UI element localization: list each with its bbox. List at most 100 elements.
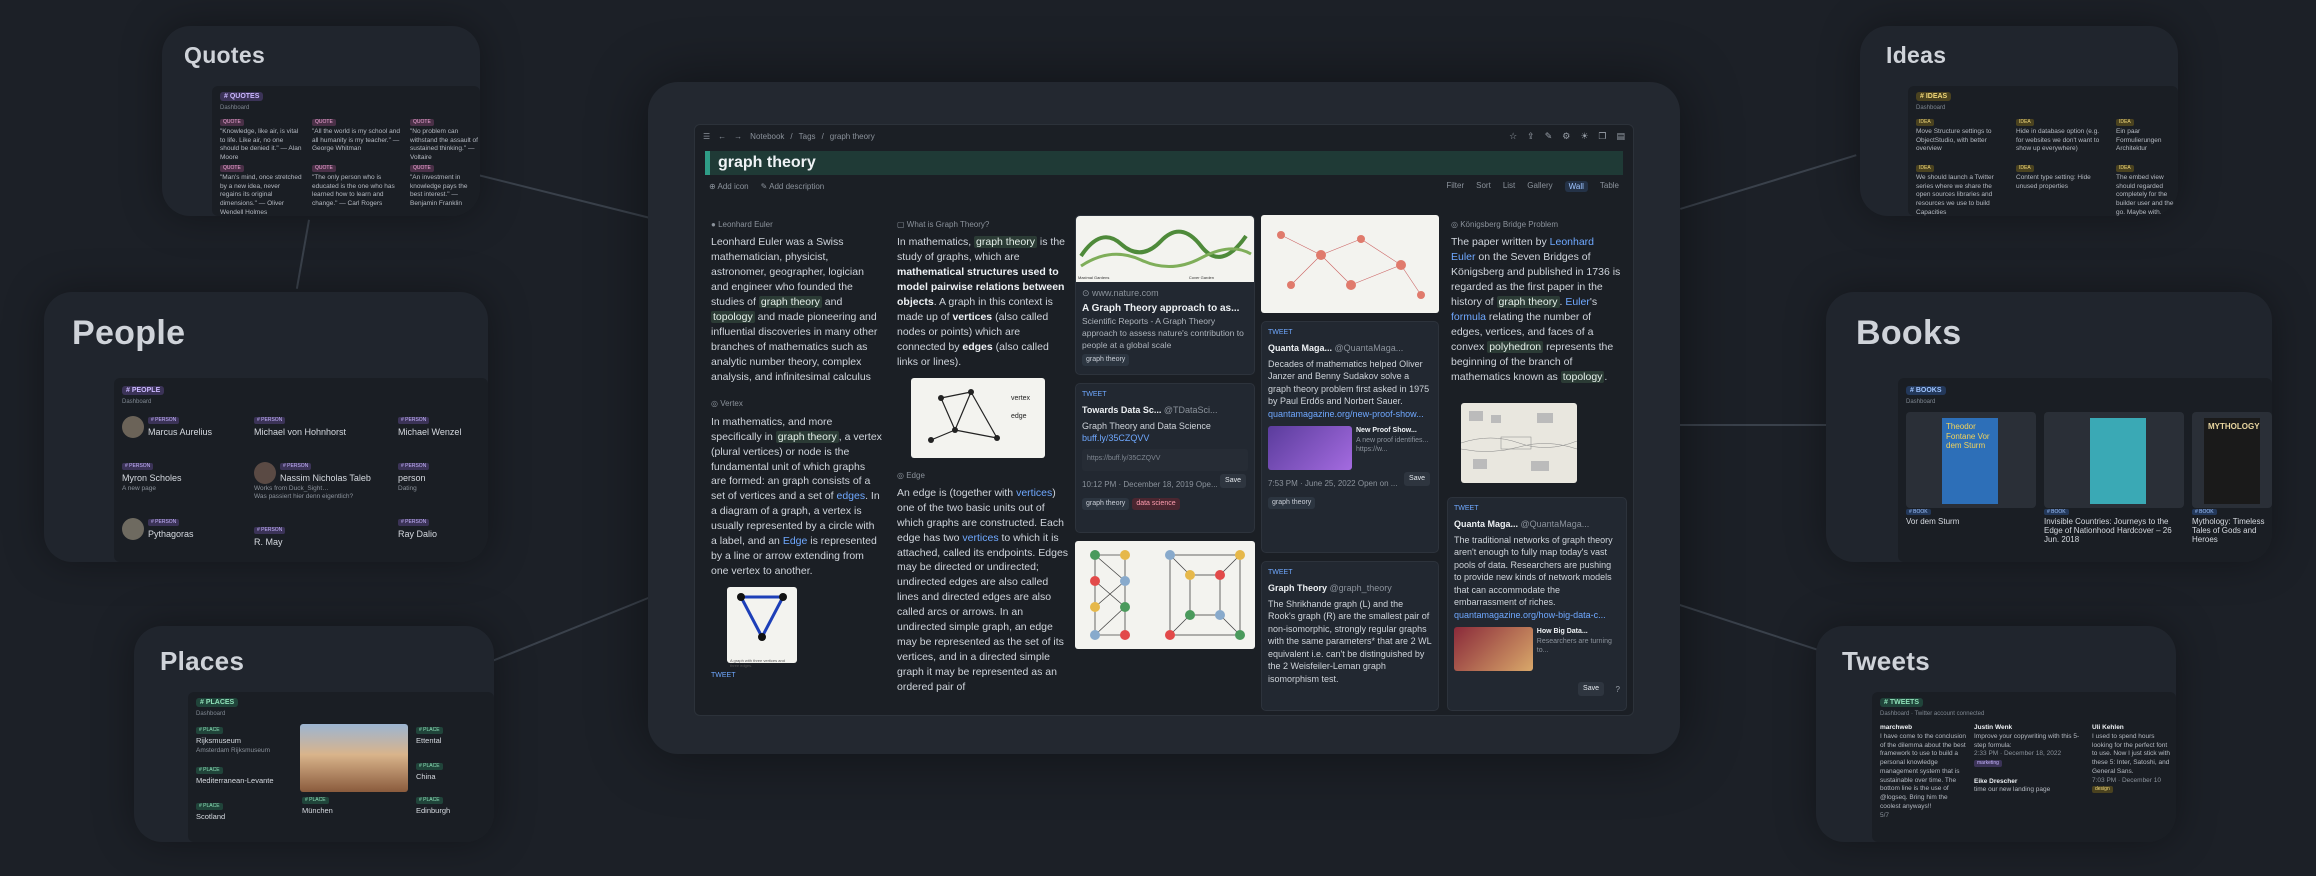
tweet-label: TWEET (1454, 505, 1479, 512)
tag-graph-theory[interactable]: graph theory (1268, 497, 1316, 509)
view-gallery[interactable]: Gallery (1527, 181, 1552, 192)
sun-icon[interactable]: ☀ (1580, 131, 1588, 142)
person-item: # PERSON Nassim Nicholas Taleb Works from … (254, 462, 371, 501)
svg-text:edge: edge (1011, 413, 1027, 420)
tweet-link[interactable]: quantamagazine.org/new-proof-show... (1268, 408, 1432, 420)
quotes-dashboard: Dashboard (220, 105, 250, 111)
idea-item: IDEA Hide in database option (e.g. for we… (2016, 119, 2100, 153)
app-window[interactable]: ☰ ← → Notebook / Tags / graph theory ☆ ⇪ ✎… (694, 124, 1634, 716)
ideas-tag: # IDEAS (1916, 92, 1952, 101)
tweet-item: Justin Wenk Improve your copywriting with… (1974, 724, 2080, 794)
view-table[interactable]: Table (1600, 181, 1619, 192)
page-header[interactable]: ◎ Königsberg Bridge Problem (1451, 219, 1621, 230)
edge-text[interactable]: An edge is (together with vertices) one … (897, 486, 1069, 695)
people-dashboard: Dashboard (122, 399, 152, 405)
place-item: # PLACE Ettental (416, 727, 443, 745)
euler-text[interactable]: Leonhard Euler was a Swiss mathematician… (711, 235, 883, 384)
share-icon[interactable]: ⇪ (1527, 131, 1535, 142)
panel-icon[interactable]: ▤ (1616, 131, 1625, 142)
tweet-link[interactable]: buff.ly/35CZQVV (1082, 432, 1248, 444)
place-item: # PLACE China (416, 762, 492, 783)
help-icon[interactable]: ? (1616, 684, 1620, 695)
quote-item: QUOTE "Knowledge, like air, is vital to l… (220, 119, 302, 162)
places-card[interactable]: Places # PLACES Dashboard # PLACE Rijksmu… (134, 626, 494, 842)
tweet-card[interactable]: TWEET Quanta Maga... @QuantaMaga... Deca… (1261, 321, 1439, 553)
add-icon-button[interactable]: ⊕ Add icon (709, 182, 749, 191)
save-button[interactable]: Save (1220, 474, 1246, 488)
tweets-preview: # TWEETS Dashboard · Twitter account con… (1872, 692, 2176, 842)
web-tag[interactable]: graph theory (1082, 354, 1130, 367)
tweet-user[interactable]: Graph Theory (1268, 583, 1327, 593)
tweet-item: Uli Kehlen I used to spend hours looking … (2092, 724, 2171, 794)
pin-icon[interactable]: ✎ (1545, 131, 1553, 142)
breadcrumb-notebook[interactable]: Notebook (750, 132, 784, 141)
menu-icon[interactable]: ☰ (703, 132, 710, 141)
book-cover: Theodor Fontane Vor dem Sturm (1906, 412, 2036, 508)
web-title[interactable]: A Graph Theory approach to as... (1082, 302, 1248, 316)
link-preview[interactable]: New Proof Show... A new proof identifies.… (1268, 426, 1432, 471)
settings-icon[interactable]: ⚙ (1562, 131, 1570, 142)
ideas-card[interactable]: Ideas # IDEAS Dashboard IDEA Move Structu… (1860, 26, 2178, 216)
quotes-title: Quotes (184, 42, 266, 68)
quotes-card[interactable]: Quotes # QUOTES Dashboard QUOTE "Knowledg… (162, 26, 480, 216)
people-title: People (72, 314, 186, 352)
tweet-label: TWEET (711, 671, 736, 679)
wall-column-4: TWEET Quanta Maga... @QuantaMaga... Deca… (1261, 215, 1439, 715)
tweet-text: The traditional networks of graph theory… (1454, 535, 1613, 608)
back-icon[interactable]: ← (718, 132, 726, 141)
tweets-card[interactable]: Tweets # TWEETS Dashboard · Twitter acco… (1816, 626, 2176, 842)
breadcrumb-tags[interactable]: Tags (799, 132, 816, 141)
link-preview[interactable]: How Big Data... Researchers are turning t… (1454, 626, 1620, 671)
page-header[interactable]: ▢ What is Graph Theory? (897, 219, 1069, 230)
save-button[interactable]: Save (1578, 682, 1604, 696)
tweet-card[interactable]: TWEET Graph Theory @graph_theory The Shr… (1261, 561, 1439, 711)
vertex-header[interactable]: ◎ Vertex (711, 398, 883, 409)
tweet-link[interactable]: quantamagazine.org/how-big-data-c... (1454, 609, 1620, 621)
person-header[interactable]: ● Leonhard Euler (711, 219, 883, 230)
star-icon[interactable]: ☆ (1509, 131, 1517, 142)
ideas-title: Ideas (1886, 42, 1947, 68)
edge-header[interactable]: ◎ Edge (897, 470, 1069, 481)
books-card[interactable]: Books # BOOKS Dashboard Theodor Fontane … (1826, 292, 2272, 562)
tweet-card[interactable]: TWEET Quanta Maga... @QuantaMaga... The … (1447, 497, 1627, 711)
places-tag: # PLACES (196, 698, 239, 707)
copy-icon[interactable]: ❐ (1598, 131, 1606, 142)
people-card[interactable]: People # PEOPLE Dashboard # PERSON Marcus… (44, 292, 488, 562)
tweets-dashboard: Dashboard · Twitter account connected (1880, 711, 1985, 717)
open-link[interactable]: Open on ... (1358, 479, 1398, 488)
forward-icon[interactable]: → (734, 132, 742, 141)
breadcrumb-current[interactable]: graph theory (830, 132, 875, 141)
save-button[interactable]: Save (1404, 472, 1430, 486)
tweet-user[interactable]: Quanta Maga... (1454, 519, 1518, 529)
sort-button[interactable]: Sort (1476, 181, 1491, 192)
filter-button[interactable]: Filter (1446, 181, 1464, 192)
books-tag: # BOOKS (1906, 386, 1946, 395)
page-title[interactable]: graph theory (705, 151, 1623, 175)
places-title: Places (160, 646, 245, 676)
tweet-label: TWEET (1268, 329, 1293, 336)
konigsberg-text[interactable]: The paper written by Leonhard Euler on t… (1451, 235, 1621, 384)
web-source: ⊙ www.nature.com (1082, 288, 1159, 298)
open-link[interactable]: Ope... (1196, 480, 1218, 489)
avatar (122, 518, 144, 541)
web-card[interactable]: Maximal Gardens Cover Garden ⊙ www.natur… (1075, 215, 1255, 375)
ideas-dashboard: Dashboard (1916, 105, 1946, 111)
tweets-tag: # TWEETS (1880, 698, 1924, 707)
wall-column-1: ● Leonhard Euler Leonhard Euler was a Sw… (711, 219, 883, 685)
book-item: Theodor Fontane Vor dem Sturm # BOOK Vor… (1906, 412, 2036, 526)
tweet-card[interactable]: TWEET Towards Data Sc... @TDataSci... Gr… (1075, 383, 1255, 533)
vertex-text[interactable]: In mathematics, and more specifically in… (711, 415, 883, 579)
person-item: # PERSON Michael Wenzel (398, 417, 462, 437)
add-description-button[interactable]: ✎ Add description (761, 182, 825, 191)
view-list[interactable]: List (1503, 181, 1515, 192)
graph-theory-text[interactable]: In mathematics, graph theory is the stud… (897, 235, 1069, 369)
tweet-user[interactable]: Quanta Maga... (1268, 343, 1332, 353)
tweets-title: Tweets (1842, 646, 1931, 676)
tag-graph-theory[interactable]: graph theory (1082, 497, 1130, 510)
tweet-user[interactable]: Towards Data Sc... (1082, 405, 1161, 415)
vertex-edge-diagram: vertex edge (911, 377, 1045, 458)
view-wall[interactable]: Wall (1564, 181, 1588, 192)
person-item: # PERSON Pythagoras (122, 518, 232, 541)
link-preview[interactable]: https://buff.ly/35CZQVV (1082, 448, 1248, 471)
tag-data-science[interactable]: data science (1132, 497, 1180, 510)
